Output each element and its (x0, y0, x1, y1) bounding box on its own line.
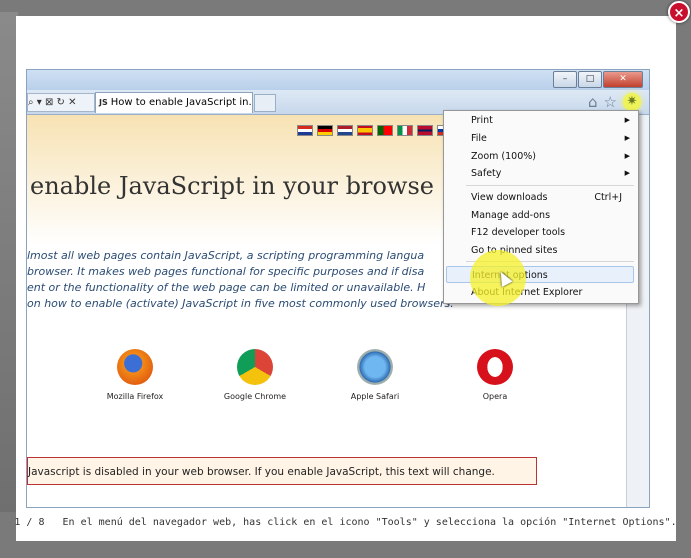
menu-item-label: Safety (471, 168, 502, 179)
menu-item-print[interactable]: Print ▶ (444, 112, 638, 129)
page-title: enable JavaScript in your browse (30, 172, 434, 200)
menu-item-manage-addons[interactable]: Manage add-ons (444, 207, 638, 224)
window-titlebar: – □ ✕ (27, 70, 649, 90)
safari-icon (357, 349, 393, 385)
close-icon[interactable]: × (668, 1, 690, 23)
flag-icon[interactable] (317, 125, 333, 136)
menu-item-pinned-sites[interactable]: Go to pinned sites (444, 242, 638, 259)
chevron-right-icon: ▶ (624, 152, 630, 160)
flag-icon[interactable] (397, 125, 413, 136)
maximize-button[interactable]: □ (578, 71, 602, 88)
menu-item-label: F12 developer tools (471, 227, 566, 238)
menu-item-shortcut: Ctrl+J (594, 192, 622, 203)
chevron-right-icon: ▶ (624, 134, 630, 142)
intro-line: lmost all web pages contain JavaScript, … (27, 249, 425, 262)
star-icon[interactable]: ☆ (604, 93, 617, 111)
compat-icon: ▾ ⊠ ↻ ✕ (36, 97, 77, 108)
menu-item-label: View downloads (471, 192, 548, 203)
window-close-button[interactable]: ✕ (603, 71, 643, 88)
tab-favicon: JS (99, 98, 108, 107)
menu-item-label: Zoom (100%) (471, 151, 536, 162)
flag-icon[interactable] (357, 125, 373, 136)
new-tab-button[interactable] (254, 94, 276, 112)
menu-item-file[interactable]: File ▶ (444, 130, 638, 147)
chevron-right-icon: ▶ (624, 169, 630, 177)
window-controls: – □ ✕ (553, 71, 643, 88)
browser-label: Mozilla Firefox (106, 392, 164, 401)
menu-item-developer-tools[interactable]: F12 developer tools (444, 224, 638, 241)
address-bar-fragment[interactable]: ⌕ ▾ ⊠ ↻ ✕ (27, 93, 95, 112)
flag-icon[interactable] (337, 125, 353, 136)
tab-title: How to enable JavaScript in... (110, 97, 253, 108)
chevron-right-icon: ▶ (624, 116, 630, 124)
intro-line: ent or the functionality of the web page… (27, 281, 426, 294)
browser-label: Opera (482, 392, 508, 401)
flag-icon[interactable] (297, 125, 313, 136)
menu-item-view-downloads[interactable]: View downloads Ctrl+J (444, 189, 638, 206)
browser-label: Apple Safari (350, 392, 400, 401)
flag-icon[interactable] (377, 125, 393, 136)
intro-line: on how to enable (activate) JavaScript i… (27, 297, 454, 310)
menu-item-label: Print (471, 115, 493, 126)
browser-label: Google Chrome (223, 392, 287, 401)
caption-counter: 1 / 8 (14, 517, 45, 528)
gear-icon[interactable]: ✷ (623, 93, 641, 111)
browser-list: Mozilla Firefox Google Chrome Apple Safa… (27, 349, 587, 419)
lightbox-caption: 1 / 8 En el menú del navegador web, has … (0, 517, 691, 528)
caption-text: En el menú del navegador web, has click … (62, 517, 677, 528)
menu-separator (466, 185, 634, 186)
home-icon[interactable]: ⌂ (588, 93, 598, 111)
menu-item-label: Manage add-ons (471, 210, 551, 221)
menu-item-safety[interactable]: Safety ▶ (444, 165, 638, 182)
opera-icon (477, 349, 513, 385)
flag-icon[interactable] (417, 125, 433, 136)
browser-safari[interactable]: Apple Safari (320, 349, 430, 401)
browser-firefox[interactable]: Mozilla Firefox (80, 349, 190, 401)
browser-chrome[interactable]: Google Chrome (200, 349, 310, 401)
menu-item-label: File (471, 133, 487, 144)
language-flags (297, 125, 453, 136)
toolbar-icons: ⌂ ☆ ✷ (588, 93, 641, 111)
intro-paragraph: lmost all web pages contain JavaScript, … (27, 248, 487, 312)
firefox-icon (117, 349, 153, 385)
javascript-notice: Javascript is disabled in your web brows… (27, 457, 537, 485)
tab-active[interactable]: JS How to enable JavaScript in... (95, 92, 253, 113)
menu-item-zoom[interactable]: Zoom (100%) ▶ (444, 148, 638, 165)
minimize-button[interactable]: – (553, 71, 577, 88)
search-icon: ⌕ (28, 97, 34, 108)
chrome-icon (237, 349, 273, 385)
intro-line: browser. It makes web pages functional f… (27, 265, 425, 278)
browser-opera[interactable]: Opera (440, 349, 550, 401)
